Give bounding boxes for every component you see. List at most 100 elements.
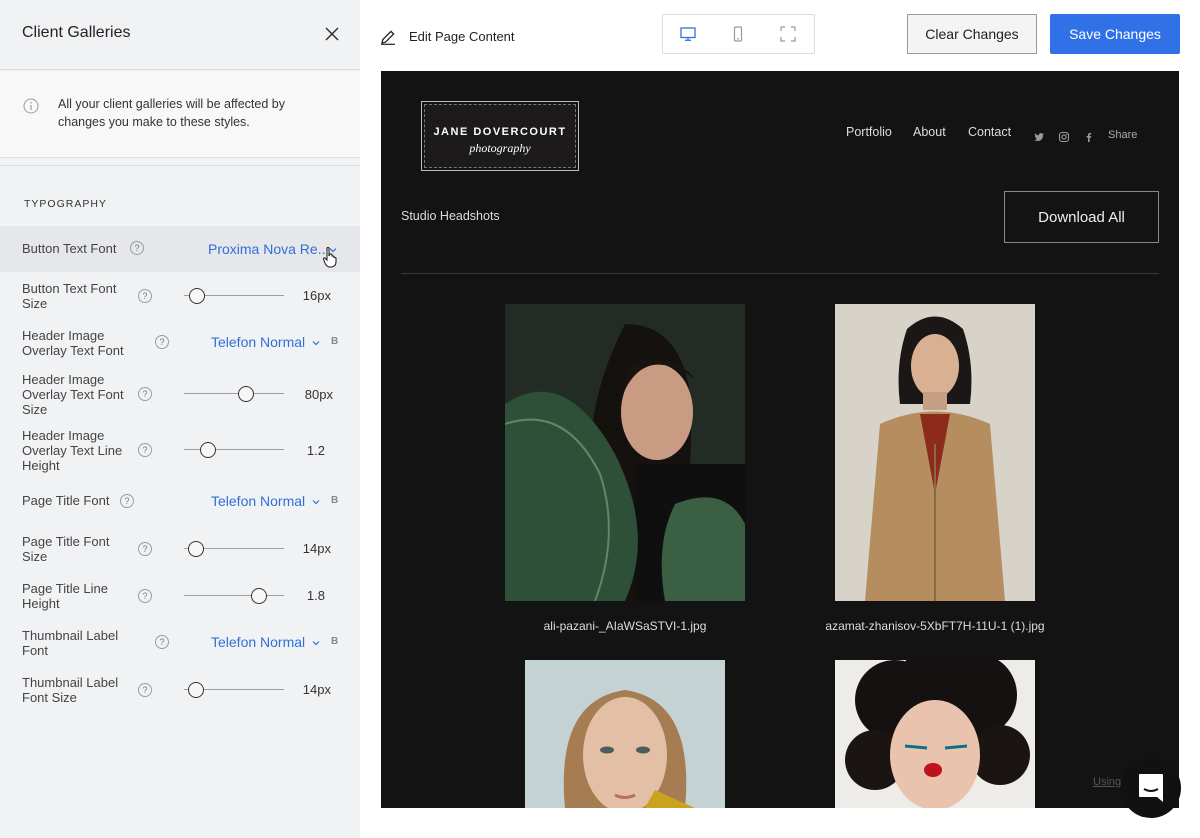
logo-subtitle: photography bbox=[469, 141, 531, 155]
setting-row-header-overlay-font-size: Header Image Overlay Text Font Size ? 80… bbox=[0, 372, 360, 418]
setting-row-thumbnail-label-font-size: Thumbnail Label Font Size ? 14px bbox=[0, 675, 360, 707]
help-icon[interactable]: ? bbox=[138, 443, 152, 457]
help-icon[interactable]: ? bbox=[155, 635, 169, 649]
slider-knob[interactable] bbox=[189, 288, 205, 304]
slider-track bbox=[184, 449, 284, 450]
help-icon[interactable]: ? bbox=[120, 494, 134, 508]
instagram-icon[interactable] bbox=[1058, 131, 1070, 143]
font-select[interactable]: Proxima Nova Re... bbox=[208, 241, 329, 257]
site-logo[interactable]: JANE DOVERCOURT photography bbox=[421, 101, 579, 171]
thumbnail-label: ali-pazani-_AIaWSaSTVI-1.jpg bbox=[543, 619, 707, 633]
slider-knob[interactable] bbox=[200, 442, 216, 458]
hand-cursor-icon bbox=[322, 247, 337, 268]
nav-contact[interactable]: Contact bbox=[968, 125, 1011, 139]
help-icon[interactable]: ? bbox=[155, 335, 169, 349]
twitter-icon[interactable] bbox=[1033, 131, 1045, 143]
chevron-down-icon bbox=[312, 500, 320, 505]
gallery-thumbnail[interactable] bbox=[835, 660, 1035, 808]
font-size-slider[interactable] bbox=[184, 386, 284, 402]
setting-row-page-title-font: Page Title Font ? Telefon Normal B bbox=[0, 490, 360, 512]
help-icon[interactable]: ? bbox=[138, 683, 152, 697]
font-size-slider[interactable] bbox=[184, 288, 284, 304]
setting-value: 80px bbox=[304, 387, 333, 402]
slider-track bbox=[184, 393, 284, 394]
font-size-slider[interactable] bbox=[184, 682, 284, 698]
download-all-button[interactable]: Download All bbox=[1004, 191, 1159, 243]
nav-portfolio[interactable]: Portfolio bbox=[846, 125, 892, 139]
font-select[interactable]: Telefon Normal bbox=[211, 493, 305, 509]
logo-frame: JANE DOVERCOURT photography bbox=[424, 104, 576, 168]
setting-row-page-title-font-size: Page Title Font Size ? 14px bbox=[0, 534, 360, 566]
gallery-thumbnail[interactable] bbox=[835, 304, 1035, 601]
mobile-view-button[interactable] bbox=[713, 15, 763, 53]
bold-toggle[interactable]: B bbox=[331, 636, 338, 647]
slider-knob[interactable] bbox=[188, 541, 204, 557]
help-icon[interactable]: ? bbox=[138, 387, 152, 401]
line-height-slider[interactable] bbox=[184, 588, 284, 604]
fullscreen-view-button[interactable] bbox=[763, 15, 813, 53]
gallery-title: Studio Headshots bbox=[401, 209, 500, 223]
portrait-image bbox=[505, 304, 745, 601]
section-heading-typography: TYPOGRAPHY bbox=[24, 198, 107, 210]
setting-label: Page Title Font Size bbox=[22, 534, 110, 564]
share-link[interactable]: Share bbox=[1108, 129, 1137, 141]
mobile-icon bbox=[733, 26, 743, 42]
save-changes-button[interactable]: Save Changes bbox=[1050, 14, 1180, 54]
edit-page-content-label: Edit Page Content bbox=[409, 29, 515, 44]
chevron-down-icon bbox=[312, 341, 320, 346]
desktop-icon bbox=[680, 27, 696, 41]
help-icon[interactable]: ? bbox=[138, 289, 152, 303]
fullscreen-icon bbox=[780, 26, 796, 42]
setting-row-button-text-font[interactable]: Button Text Font ? Proxima Nova Re... bbox=[0, 226, 360, 272]
settings-sidebar: Client Galleries All your client galleri… bbox=[0, 0, 360, 838]
portrait-image bbox=[835, 304, 1035, 601]
setting-value: 1.8 bbox=[306, 588, 325, 603]
setting-label: Page Title Line Height bbox=[22, 581, 109, 611]
footer-using-link[interactable]: Using bbox=[1093, 776, 1121, 788]
setting-label: Page Title Font bbox=[22, 493, 110, 508]
setting-label: Header Image Overlay Text Font Size bbox=[22, 372, 124, 417]
bold-toggle[interactable]: B bbox=[331, 336, 338, 347]
chevron-down-icon bbox=[312, 641, 320, 646]
facebook-icon[interactable] bbox=[1083, 131, 1095, 143]
setting-label: Thumbnail Label Font bbox=[22, 628, 119, 658]
device-toggle-group bbox=[662, 14, 815, 54]
portrait-image bbox=[835, 660, 1035, 808]
slider-knob[interactable] bbox=[188, 682, 204, 698]
clear-changes-button[interactable]: Clear Changes bbox=[907, 14, 1037, 54]
setting-value: 14px bbox=[302, 541, 331, 556]
pencil-icon bbox=[381, 30, 395, 45]
gallery-preview: JANE DOVERCOURT photography Portfolio Ab… bbox=[381, 71, 1179, 808]
chat-launcher-button[interactable] bbox=[1121, 758, 1181, 818]
setting-value: 1.2 bbox=[306, 443, 325, 458]
sidebar-header: Client Galleries bbox=[0, 0, 360, 70]
slider-track bbox=[184, 595, 284, 596]
info-notice: All your client galleries will be affect… bbox=[0, 71, 360, 158]
help-icon[interactable]: ? bbox=[138, 542, 152, 556]
info-icon bbox=[23, 98, 39, 114]
portrait-image bbox=[525, 660, 725, 808]
slider-knob[interactable] bbox=[238, 386, 254, 402]
gallery-thumbnail[interactable] bbox=[505, 304, 745, 601]
logo-name: JANE DOVERCOURT bbox=[433, 126, 567, 138]
font-select[interactable]: Telefon Normal bbox=[211, 334, 305, 350]
font-select[interactable]: Telefon Normal bbox=[211, 634, 305, 650]
slider-knob[interactable] bbox=[251, 588, 267, 604]
desktop-view-button[interactable] bbox=[663, 15, 713, 53]
gallery-thumbnail[interactable] bbox=[525, 660, 725, 808]
divider bbox=[401, 273, 1159, 274]
line-height-slider[interactable] bbox=[184, 442, 284, 458]
divider bbox=[0, 165, 360, 166]
setting-label: Thumbnail Label Font Size bbox=[22, 675, 119, 705]
setting-row-header-overlay-line-height: Header Image Overlay Text Line Height ? … bbox=[0, 428, 360, 474]
help-icon[interactable]: ? bbox=[130, 241, 144, 255]
nav-about[interactable]: About bbox=[913, 125, 946, 139]
bold-toggle[interactable]: B bbox=[331, 495, 338, 506]
sidebar-title: Client Galleries bbox=[22, 24, 131, 41]
setting-value: 16px bbox=[302, 288, 331, 303]
setting-label: Header Image Overlay Text Line Height bbox=[22, 428, 123, 473]
setting-row-page-title-line-height: Page Title Line Height ? 1.8 bbox=[0, 581, 360, 613]
close-icon[interactable] bbox=[322, 24, 342, 44]
font-size-slider[interactable] bbox=[184, 541, 284, 557]
help-icon[interactable]: ? bbox=[138, 589, 152, 603]
